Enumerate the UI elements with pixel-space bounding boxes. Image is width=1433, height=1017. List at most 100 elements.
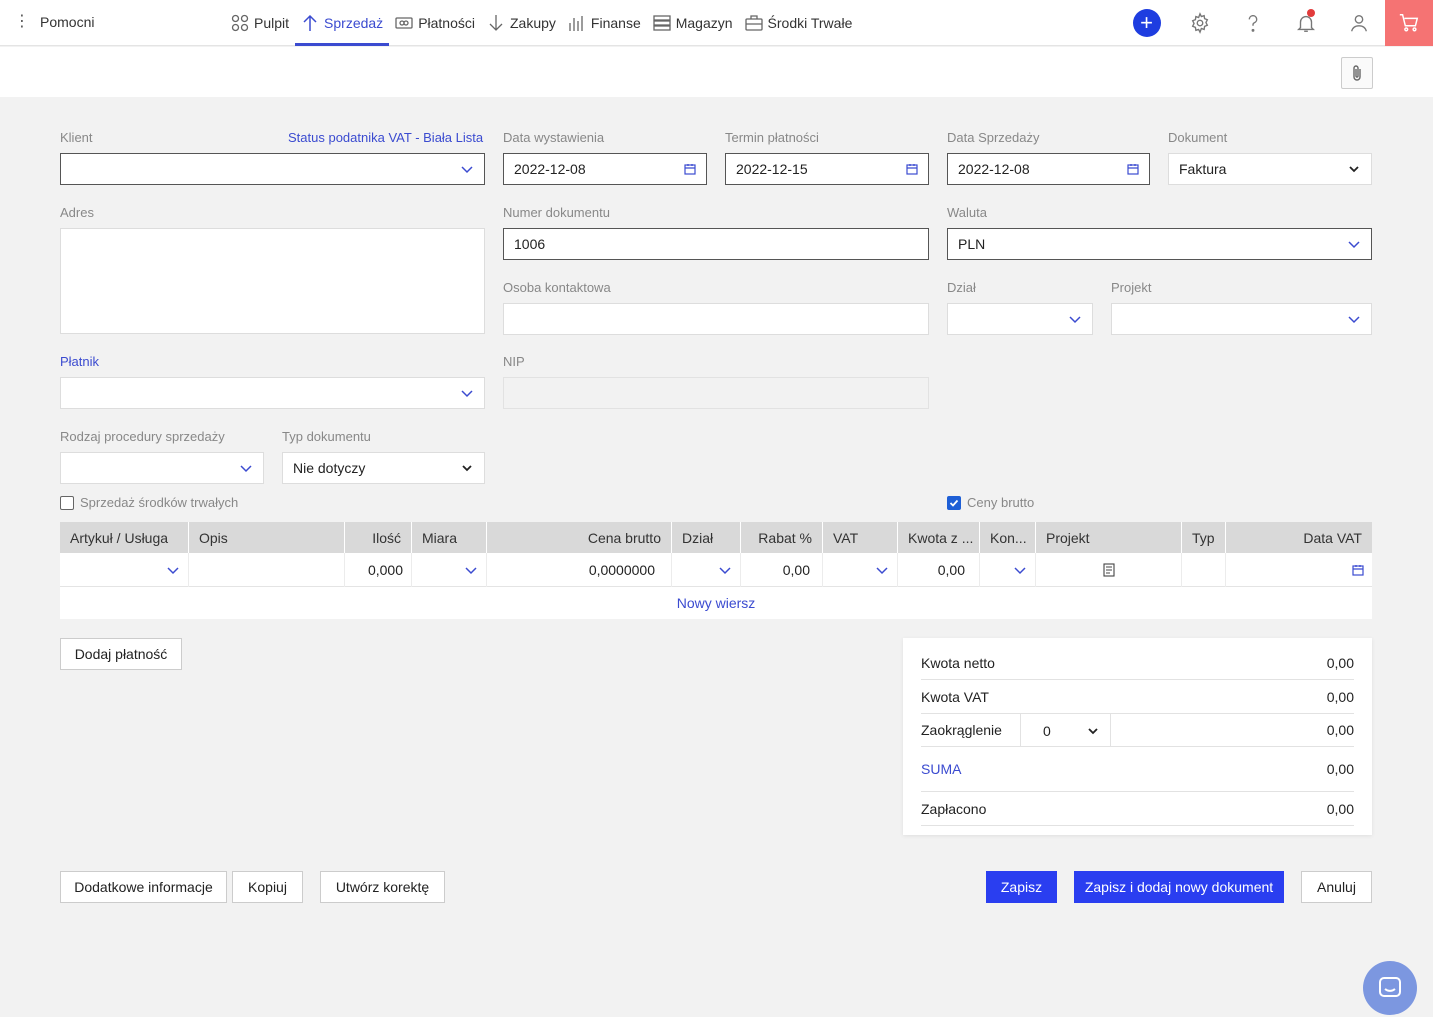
platnik-select[interactable] [60, 377, 485, 409]
cancel-button[interactable]: Anuluj [1301, 871, 1372, 903]
checkbox-box[interactable] [60, 495, 74, 510]
add-payment-button[interactable]: Dodaj płatność [60, 638, 182, 670]
cell-data-vat[interactable] [1226, 553, 1372, 587]
dokument-select[interactable]: Faktura [1168, 153, 1372, 185]
data-sprzedazy-input[interactable]: 2022-12-08 [947, 153, 1150, 185]
total-row-suma: SUMA 0,00 [921, 747, 1354, 792]
cell-rabat[interactable]: 0,00 [741, 553, 823, 587]
nav-item-platnosci[interactable]: Płatności [389, 0, 481, 46]
data-wystawienia-label: Data wystawienia [503, 130, 605, 145]
main-nav: Pulpit Sprzedaż Płatności Zakupy Finanse… [225, 0, 858, 46]
cell-artykul[interactable] [60, 553, 189, 587]
cell-kwota[interactable]: 0,00 [898, 553, 980, 587]
cell-opis[interactable] [189, 553, 345, 587]
save-button[interactable]: Zapisz [986, 871, 1057, 903]
klient-label: Klient [60, 130, 93, 145]
col-data-vat[interactable]: Data VAT [1226, 522, 1372, 553]
ceny-brutto-checkbox[interactable]: Ceny brutto [947, 495, 1034, 510]
col-artykul[interactable]: Artykuł / Usługa [60, 522, 189, 553]
calendar-icon[interactable] [906, 163, 918, 175]
col-kwota[interactable]: Kwota z ... [898, 522, 980, 553]
kebab-menu-icon[interactable]: ⋮ [14, 14, 30, 30]
nav-label: Finanse [590, 15, 641, 31]
platnik-label[interactable]: Płatnik [60, 354, 99, 369]
klient-select[interactable] [60, 153, 485, 185]
help-button[interactable] [1226, 0, 1279, 46]
vat-status-link[interactable]: Status podatnika VAT - Biała Lista [288, 130, 483, 145]
brand[interactable]: ⋮ Pomocni [14, 14, 94, 31]
col-typ[interactable]: Typ [1182, 522, 1226, 553]
sprzedaz-srodkow-checkbox[interactable]: Sprzedaż środków trwałych [60, 495, 238, 510]
cell-projekt[interactable] [1036, 553, 1182, 587]
nav-item-sprzedaz[interactable]: Sprzedaż [295, 0, 390, 46]
cell-cena-brutto[interactable]: 0,0000000 [487, 553, 672, 587]
attachment-button[interactable] [1341, 57, 1373, 89]
data-wystawienia-input[interactable]: 2022-12-08 [503, 153, 707, 185]
projekt-select[interactable] [1111, 303, 1372, 335]
cell-typ[interactable] [1182, 553, 1226, 587]
nav-item-zakupy[interactable]: Zakupy [481, 0, 562, 46]
chevron-down-icon [876, 567, 888, 575]
new-row-link[interactable]: Nowy wiersz [60, 587, 1372, 619]
additional-info-button[interactable]: Dodatkowe informacje [60, 871, 227, 903]
gear-icon [1191, 12, 1208, 34]
col-vat[interactable]: VAT [823, 522, 898, 553]
typ-dokumentu-value: Nie dotyczy [293, 460, 366, 476]
adres-textarea[interactable] [60, 228, 485, 334]
osoba-kontaktowa-input[interactable] [503, 303, 929, 335]
col-kon[interactable]: Kon... [980, 522, 1036, 553]
total-value: 0,00 [1326, 688, 1354, 705]
numer-dokumentu-input[interactable]: 1006 [503, 228, 929, 260]
nav-item-srodki-trwale[interactable]: Środki Trwałe [739, 0, 859, 46]
calendar-icon[interactable] [684, 163, 696, 175]
col-dzial[interactable]: Dział [672, 522, 741, 553]
chat-widget-button[interactable] [1363, 961, 1417, 1015]
cart-button[interactable] [1385, 0, 1433, 46]
cell-ilosc[interactable]: 0,000 [345, 553, 412, 587]
zaokraglenie-select[interactable]: 0 [1020, 714, 1111, 747]
waluta-select[interactable]: PLN [947, 228, 1372, 260]
bar-chart-icon [569, 16, 583, 31]
cell-vat[interactable] [823, 553, 898, 587]
user-icon [1350, 14, 1367, 32]
chevron-down-icon [167, 567, 179, 575]
cell-dzial[interactable] [672, 553, 741, 587]
create-correction-button[interactable]: Utwórz korektę [320, 871, 445, 903]
nav-item-pulpit[interactable]: Pulpit [225, 0, 295, 46]
calendar-icon[interactable] [1127, 163, 1139, 175]
calendar-icon[interactable] [1352, 564, 1364, 576]
dzial-select[interactable] [947, 303, 1093, 335]
user-button[interactable] [1332, 0, 1385, 46]
total-label: SUMA [921, 761, 962, 777]
procedura-select[interactable] [60, 452, 264, 484]
total-label: Zaokrąglenie [921, 722, 1002, 738]
copy-button[interactable]: Kopiuj [232, 871, 303, 903]
typ-dokumentu-select[interactable]: Nie dotyczy [282, 452, 485, 484]
notifications-button[interactable] [1279, 0, 1332, 46]
col-projekt[interactable]: Projekt [1036, 522, 1182, 553]
cell-kon[interactable] [980, 553, 1036, 587]
chevron-down-icon [1014, 567, 1026, 575]
col-rabat[interactable]: Rabat % [741, 522, 823, 553]
checkbox-box[interactable] [947, 495, 961, 510]
termin-platnosci-input[interactable]: 2022-12-15 [725, 153, 929, 185]
warehouse-icon [653, 15, 671, 31]
waluta-label: Waluta [947, 205, 987, 220]
total-label: Kwota netto [921, 654, 995, 671]
settings-button[interactable] [1173, 0, 1226, 46]
cart-icon [1399, 14, 1419, 32]
cell-miara[interactable] [412, 553, 487, 587]
total-row-netto: Kwota netto 0,00 [921, 646, 1354, 680]
nav-item-magazyn[interactable]: Magazyn [647, 0, 739, 46]
chevron-down-icon [240, 465, 252, 473]
dashboard-icon [231, 14, 249, 32]
cell-value: 0,0000000 [588, 562, 655, 578]
nav-item-finanse[interactable]: Finanse [562, 0, 647, 46]
col-cena-brutto[interactable]: Cena brutto [487, 522, 672, 553]
col-opis[interactable]: Opis [189, 522, 345, 553]
document-icon[interactable] [1102, 563, 1115, 577]
col-miara[interactable]: Miara [412, 522, 487, 553]
col-ilosc[interactable]: Ilość [345, 522, 412, 553]
save-and-new-button[interactable]: Zapisz i dodaj nowy dokument [1074, 871, 1284, 903]
add-new-button[interactable]: + [1120, 0, 1173, 46]
